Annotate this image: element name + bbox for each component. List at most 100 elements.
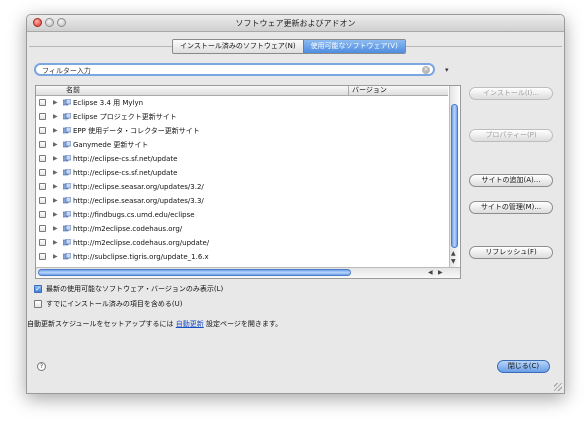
vertical-scrollbar[interactable]: ▲ ▼ — [449, 86, 459, 267]
column-version-header[interactable]: バージョン — [352, 86, 387, 95]
scroll-up-icon[interactable]: ▲ — [451, 250, 456, 257]
update-site-icon — [63, 99, 71, 106]
row-label: Eclipse プロジェクト更新サイト — [73, 113, 177, 121]
update-site-icon — [63, 253, 71, 260]
update-site-icon — [63, 113, 71, 120]
tab-bar: インストール済みのソフトウェア(N) 使用可能なソフトウェア(V) — [172, 39, 406, 54]
scroll-right-icon[interactable]: ▶ — [438, 268, 443, 277]
filter-dropdown-icon[interactable]: ▾ — [445, 66, 449, 74]
row-label: http://findbugs.cs.umd.edu/eclipse — [73, 211, 195, 219]
row-checkbox[interactable] — [39, 169, 46, 176]
expand-triangle-icon[interactable]: ▶ — [53, 211, 58, 219]
filter-input-text: フィルター入力 — [42, 67, 91, 75]
table-row[interactable]: ▶ http://findbugs.cs.umd.edu/eclipse — [36, 208, 448, 222]
filter-input[interactable]: フィルター入力 × — [34, 63, 435, 76]
expand-triangle-icon[interactable]: ▶ — [53, 253, 58, 261]
row-checkbox[interactable] — [39, 113, 46, 120]
row-checkbox[interactable] — [39, 141, 46, 148]
table-rows: ▶ Eclipse 3.4 用 Mylyn ▶ Eclipse プロジェクト更新サイト… — [36, 96, 448, 264]
update-site-icon — [63, 197, 71, 204]
table-row[interactable]: ▶ http://m2eclipse.codehaus.org/ — [36, 222, 448, 236]
schedule-text-prefix: 自動更新スケジュールをセットアップするには — [27, 320, 174, 328]
update-site-icon — [63, 169, 71, 176]
add-site-button[interactable]: サイトの追加(A)... — [469, 174, 553, 187]
row-label: http://m2eclipse.codehaus.org/ — [73, 225, 183, 233]
checkbox-box[interactable] — [34, 300, 42, 308]
auto-update-link[interactable]: 自動更新 — [176, 320, 204, 328]
scroll-left-icon[interactable]: ◀ — [428, 268, 433, 277]
row-label: Ganymede 更新サイト — [73, 141, 149, 149]
row-checkbox[interactable] — [39, 239, 46, 246]
row-checkbox[interactable] — [39, 225, 46, 232]
row-label: http://eclipse-cs.sf.net/update — [73, 155, 178, 163]
dialog-window: ソフトウェア更新およびアドオン インストール済みのソフトウェア(N) 使用可能な… — [26, 14, 565, 394]
row-checkbox[interactable] — [39, 253, 46, 260]
row-label: http://eclipse-cs.sf.net/update — [73, 169, 178, 177]
install-button[interactable]: インストール(I)... — [469, 87, 553, 100]
update-site-icon — [63, 183, 71, 190]
row-label: http://subclipse.tigris.org/update_1.6.x — [73, 253, 209, 261]
table-row[interactable]: ▶ Ganymede 更新サイト — [36, 138, 448, 152]
table-row[interactable]: ▶ http://eclipse.seasar.org/updates/3.3/ — [36, 194, 448, 208]
row-checkbox[interactable] — [39, 197, 46, 204]
table-header: 名前 バージョン — [36, 86, 448, 96]
expand-triangle-icon[interactable]: ▶ — [53, 197, 58, 205]
expand-triangle-icon[interactable]: ▶ — [53, 225, 58, 233]
schedule-note: 自動更新スケジュールをセットアップするには 自動更新 設定ページを開きます。 — [27, 319, 282, 329]
update-site-icon — [63, 155, 71, 162]
expand-triangle-icon[interactable]: ▶ — [53, 169, 58, 177]
row-checkbox[interactable] — [39, 127, 46, 134]
row-checkbox[interactable] — [39, 155, 46, 162]
update-site-icon — [63, 225, 71, 232]
close-button[interactable]: 閉じる(C) — [497, 360, 550, 373]
expand-triangle-icon[interactable]: ▶ — [53, 113, 58, 121]
schedule-text-suffix: 設定ページを開きます。 — [205, 320, 283, 328]
refresh-button[interactable]: リフレッシュ(F) — [469, 246, 553, 259]
available-software-table: 名前 バージョン ▶ Eclipse 3.4 用 Mylyn ▶ Eclipse プロ… — [35, 85, 461, 279]
update-site-icon — [63, 127, 71, 134]
expand-triangle-icon[interactable]: ▶ — [53, 155, 58, 163]
table-row[interactable]: ▶ http://subclipse.tigris.org/update_1.6.… — [36, 250, 448, 264]
update-site-icon — [63, 211, 71, 218]
table-row[interactable]: ▶ http://eclipse-cs.sf.net/update — [36, 166, 448, 180]
clear-filter-icon[interactable]: × — [422, 66, 430, 74]
column-name-header[interactable]: 名前 — [66, 86, 80, 95]
checkmark-icon[interactable]: ✓ — [34, 285, 42, 293]
row-checkbox[interactable] — [39, 211, 46, 218]
tab-available-software[interactable]: 使用可能なソフトウェア(V) — [302, 40, 405, 53]
table-row[interactable]: ▶ http://eclipse-cs.sf.net/update — [36, 152, 448, 166]
expand-triangle-icon[interactable]: ▶ — [53, 141, 58, 149]
expand-triangle-icon[interactable]: ▶ — [53, 239, 58, 247]
resize-grip-icon[interactable] — [554, 383, 562, 391]
row-label: http://m2eclipse.codehaus.org/update/ — [73, 239, 210, 247]
table-row[interactable]: ▶ Eclipse 3.4 用 Mylyn — [36, 96, 448, 110]
help-icon[interactable]: ? — [37, 362, 46, 371]
table-row[interactable]: ▶ http://m2eclipse.codehaus.org/update/ — [36, 236, 448, 250]
tab-installed-software[interactable]: インストール済みのソフトウェア(N) — [173, 40, 303, 53]
window-title: ソフトウェア更新およびアドオン — [235, 19, 356, 28]
latest-only-label: 最新の使用可能なソフトウェア・バージョンのみ表示(L) — [46, 285, 224, 293]
table-row[interactable]: ▶ EPP 使用データ・コレクター更新サイト — [36, 124, 448, 138]
expand-triangle-icon[interactable]: ▶ — [53, 99, 58, 107]
update-site-icon — [63, 141, 71, 148]
scroll-down-icon[interactable]: ▼ — [451, 258, 456, 265]
row-label: Eclipse 3.4 用 Mylyn — [73, 99, 144, 107]
vertical-scroll-thumb[interactable] — [451, 104, 458, 248]
horizontal-scrollbar[interactable]: ◀ ▶ — [36, 267, 460, 278]
column-divider — [348, 86, 349, 95]
expand-triangle-icon[interactable]: ▶ — [53, 183, 58, 191]
row-label: http://eclipse.seasar.org/updates/3.3/ — [73, 197, 204, 205]
table-row[interactable]: ▶ Eclipse プロジェクト更新サイト — [36, 110, 448, 124]
title-bar[interactable]: ソフトウェア更新およびアドオン — [27, 15, 564, 32]
properties-button[interactable]: プロパティー(P) — [469, 129, 553, 142]
update-site-icon — [63, 239, 71, 246]
row-label: EPP 使用データ・コレクター更新サイト — [73, 127, 200, 135]
row-label: http://eclipse.seasar.org/updates/3.2/ — [73, 183, 204, 191]
expand-triangle-icon[interactable]: ▶ — [53, 127, 58, 135]
row-checkbox[interactable] — [39, 183, 46, 190]
horizontal-scroll-thumb[interactable] — [38, 269, 351, 276]
include-installed-label: すでにインストール済みの項目を含める(U) — [46, 300, 183, 308]
row-checkbox[interactable] — [39, 99, 46, 106]
manage-sites-button[interactable]: サイトの管理(M)... — [469, 201, 553, 214]
table-row[interactable]: ▶ http://eclipse.seasar.org/updates/3.2/ — [36, 180, 448, 194]
